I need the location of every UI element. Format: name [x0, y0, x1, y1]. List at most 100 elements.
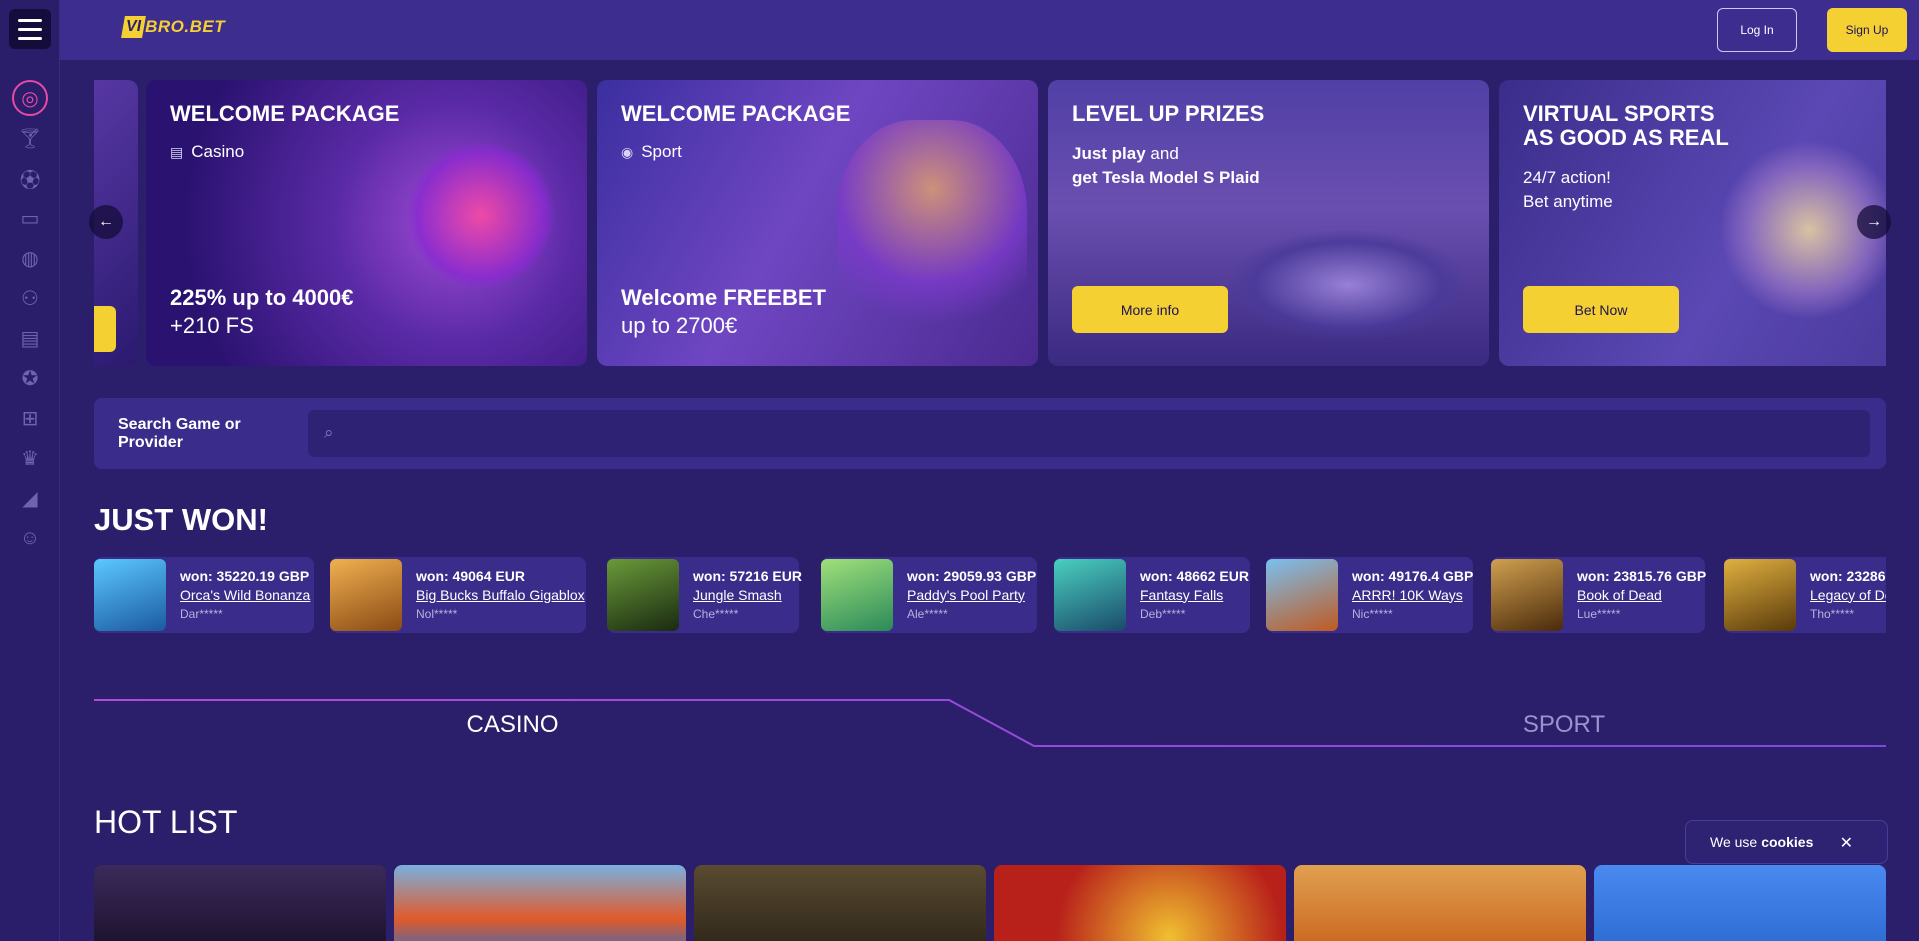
- tab-sport[interactable]: SPORT: [1114, 711, 1919, 739]
- won-user: Dar*****: [180, 606, 223, 621]
- won-game-link[interactable]: Fantasy Falls: [1140, 586, 1249, 605]
- banner-virtual-sports[interactable]: VIRTUAL SPORTS AS GOOD AS REAL 24/7 acti…: [1499, 80, 1886, 366]
- logo-mark: VI: [121, 16, 147, 38]
- won-info: won: 49064 EUR Big Bucks Buffalo Gigablo…: [416, 567, 585, 624]
- close-icon[interactable]: ✕: [1840, 833, 1853, 853]
- target-icon[interactable]: ◎: [0, 78, 60, 118]
- won-game-link[interactable]: Book of Dead: [1577, 586, 1706, 605]
- won-info: won: 23286 Legacy of De Tho*****: [1810, 567, 1886, 624]
- banner-previous-button[interactable]: [94, 306, 116, 352]
- bet-now-button[interactable]: Bet Now: [1523, 286, 1679, 333]
- won-card[interactable]: won: 35220.19 GBP Orca's Wild Bonanza Da…: [94, 557, 314, 633]
- banner-text-normal1: and: [1145, 144, 1179, 163]
- won-user: Lue*****: [1577, 606, 1621, 621]
- cards-icon[interactable]: ▤: [0, 318, 60, 358]
- banner-offer-line2: +210 FS: [170, 313, 254, 338]
- more-info-button[interactable]: More info: [1072, 286, 1228, 333]
- gift-icon[interactable]: ⊞: [0, 398, 60, 438]
- game-card[interactable]: [694, 865, 986, 941]
- search-icon: ⌕: [324, 423, 334, 442]
- banner-title: LEVEL UP PRIZES: [1072, 101, 1265, 126]
- won-card[interactable]: won: 29059.93 GBP Paddy's Pool Party Ale…: [821, 557, 1037, 633]
- tab-casino[interactable]: CASINO: [94, 711, 931, 739]
- player-image: [837, 120, 1027, 350]
- game-card[interactable]: [1294, 865, 1586, 941]
- won-card[interactable]: won: 48662 EUR Fantasy Falls Deb*****: [1054, 557, 1250, 633]
- search-section: Search Game or Provider ⌕: [94, 398, 1886, 469]
- globe-icon: ◉: [621, 143, 634, 160]
- won-card[interactable]: won: 23815.76 GBP Book of Dead Lue*****: [1491, 557, 1706, 633]
- won-game-link[interactable]: Big Bucks Buffalo Gigablox: [416, 586, 585, 605]
- tv-icon[interactable]: ▭: [0, 198, 60, 238]
- banner-offer-line1: Welcome FREEBET: [621, 285, 826, 310]
- login-button[interactable]: Log In: [1717, 8, 1797, 52]
- banner-offer: Welcome FREEBET up to 2700€: [621, 284, 826, 340]
- logo-text: BRO.BET: [145, 17, 226, 36]
- won-amount: won: 57216 EUR: [693, 567, 802, 584]
- won-game-link[interactable]: Jungle Smash: [693, 586, 802, 605]
- won-amount: won: 23286: [1810, 567, 1886, 584]
- banner-sport-welcome[interactable]: WELCOME PACKAGE ◉ Sport Welcome FREEBET u…: [597, 80, 1038, 366]
- won-user: Nic*****: [1352, 606, 1393, 621]
- cookie-link[interactable]: cookies: [1761, 834, 1813, 850]
- hot-list-row: [94, 865, 1886, 941]
- banner-text-bold1: Just play: [1072, 144, 1146, 163]
- carousel-prev-arrow-icon[interactable]: ←: [89, 205, 123, 239]
- balls-icon[interactable]: ⚇: [0, 278, 60, 318]
- won-info: won: 48662 EUR Fantasy Falls Deb*****: [1140, 567, 1249, 624]
- football-icon[interactable]: ⚽︎: [0, 158, 60, 198]
- banner-casino-welcome[interactable]: WELCOME PACKAGE ▤ Casino 225% up to 4000€…: [146, 80, 587, 366]
- crown-icon[interactable]: ♛: [0, 438, 60, 478]
- won-game-link[interactable]: ARRR! 10K Ways: [1352, 586, 1473, 605]
- search-input[interactable]: [308, 410, 1870, 457]
- won-amount: won: 49064 EUR: [416, 567, 525, 584]
- banner-tag-label: Sport: [641, 142, 682, 161]
- basketball-icon[interactable]: ◍: [0, 238, 60, 278]
- won-amount: won: 49176.4 GBP: [1352, 567, 1474, 584]
- banner-tag-label: Casino: [191, 142, 245, 161]
- banner-level-up[interactable]: LEVEL UP PRIZES Just play and get Tesla …: [1048, 80, 1489, 366]
- cocktail-icon[interactable]: 🍸︎: [0, 118, 60, 158]
- game-card[interactable]: [994, 865, 1286, 941]
- banner-offer-line1: 225% up to 4000€: [170, 285, 354, 310]
- carousel-next-arrow-icon[interactable]: →: [1857, 205, 1891, 239]
- just-won-strip: won: 35220.19 GBP Orca's Wild Bonanza Da…: [94, 557, 1886, 634]
- game-thumbnail: [1266, 559, 1338, 631]
- menu-icon[interactable]: [9, 9, 51, 49]
- won-game-link[interactable]: Legacy of De: [1810, 586, 1886, 605]
- cookie-notice: We use cookies ✕: [1685, 820, 1888, 864]
- cookie-text: We use: [1710, 834, 1758, 850]
- game-thumbnail: [1054, 559, 1126, 631]
- won-game-link[interactable]: Orca's Wild Bonanza: [180, 586, 310, 605]
- won-amount: won: 48662 EUR: [1140, 567, 1249, 584]
- won-user: Che*****: [693, 606, 739, 621]
- won-info: won: 29059.93 GBP Paddy's Pool Party Ale…: [907, 567, 1036, 624]
- won-user: Ale*****: [907, 606, 948, 621]
- game-card[interactable]: [94, 865, 386, 941]
- signup-button[interactable]: Sign Up: [1827, 8, 1907, 52]
- banner-title: WELCOME PACKAGE: [170, 101, 400, 126]
- won-amount: won: 29059.93 GBP: [907, 567, 1037, 584]
- megaphone-icon[interactable]: ◢: [0, 478, 60, 518]
- game-card[interactable]: [1594, 865, 1886, 941]
- won-info: won: 49176.4 GBP ARRR! 10K Ways Nic*****: [1352, 567, 1473, 624]
- casino-sport-tabs: CASINO SPORT: [94, 698, 1886, 750]
- sidebar-icons: ◎ 🍸︎ ⚽︎ ▭ ◍ ⚇ ▤ ✪ ⊞ ♛ ◢ ☺: [0, 78, 60, 558]
- game-card[interactable]: [394, 865, 686, 941]
- won-card[interactable]: won: 49064 EUR Big Bucks Buffalo Gigablo…: [330, 557, 586, 633]
- won-card[interactable]: won: 57216 EUR Jungle Smash Che*****: [607, 557, 802, 633]
- won-user: Nol*****: [416, 606, 458, 621]
- promo-carousel: WELCOME PACKAGE ▤ Casino 225% up to 4000€…: [94, 80, 1886, 366]
- logo[interactable]: VI BRO.BET: [121, 16, 226, 38]
- won-card[interactable]: won: 23286 Legacy of De Tho*****: [1724, 557, 1886, 633]
- won-card[interactable]: won: 49176.4 GBP ARRR! 10K Ways Nic*****: [1266, 557, 1473, 633]
- banner-title-line1: VIRTUAL SPORTS: [1523, 101, 1715, 126]
- top-header: VI BRO.BET Log In Sign Up: [60, 0, 1919, 60]
- sidebar: ◎ 🍸︎ ⚽︎ ▭ ◍ ⚇ ▤ ✪ ⊞ ♛ ◢ ☺: [0, 0, 60, 941]
- just-won-title: JUST WON!: [94, 502, 268, 537]
- won-game-link[interactable]: Paddy's Pool Party: [907, 586, 1036, 605]
- soccer-icon[interactable]: ✪: [0, 358, 60, 398]
- support-icon[interactable]: ☺: [0, 518, 60, 558]
- won-user: Tho*****: [1810, 606, 1855, 621]
- search-label: Search Game or Provider: [118, 415, 241, 451]
